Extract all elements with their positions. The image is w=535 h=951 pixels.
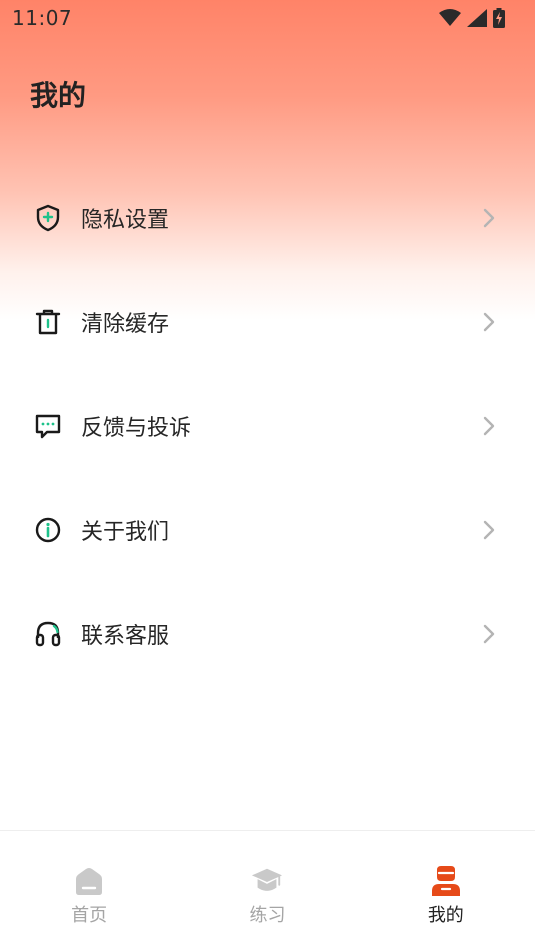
status-time: 11:07 [12, 6, 73, 30]
tab-home[interactable]: 首页 [0, 831, 178, 951]
chevron-right-icon [483, 312, 495, 332]
graduation-cap-icon [251, 865, 283, 897]
chat-bubble-icon [34, 412, 62, 440]
menu-label: 清除缓存 [81, 312, 170, 337]
chevron-right-icon [483, 208, 495, 228]
wifi-icon [439, 9, 461, 26]
settings-menu: 隐私设置 清除缓存 反馈与投诉 关于我们 联系客服 [0, 166, 535, 686]
status-icons [439, 8, 505, 28]
bottom-tab-bar: 首页 练习 我的 [0, 830, 535, 951]
menu-item-about-us[interactable]: 关于我们 [0, 478, 535, 582]
cell-signal-icon [467, 9, 487, 27]
menu-item-clear-cache[interactable]: 清除缓存 [0, 270, 535, 374]
user-icon [430, 865, 462, 897]
menu-label: 隐私设置 [81, 208, 170, 233]
tab-practice[interactable]: 练习 [178, 831, 356, 951]
trash-icon [34, 308, 62, 336]
menu-item-privacy-settings[interactable]: 隐私设置 [0, 166, 535, 270]
menu-label: 反馈与投诉 [81, 416, 192, 441]
menu-item-feedback[interactable]: 反馈与投诉 [0, 374, 535, 478]
headphones-icon [34, 620, 62, 648]
menu-item-contact-support[interactable]: 联系客服 [0, 582, 535, 686]
chevron-right-icon [483, 624, 495, 644]
home-icon [73, 865, 105, 897]
shield-plus-icon [34, 204, 62, 232]
tab-label: 练习 [249, 905, 286, 926]
chevron-right-icon [483, 416, 495, 436]
battery-charging-icon [493, 8, 505, 28]
page-title: 我的 [30, 79, 87, 112]
info-icon [34, 516, 62, 544]
tab-label: 我的 [427, 905, 464, 926]
menu-label: 联系客服 [81, 624, 170, 649]
chevron-right-icon [483, 520, 495, 540]
tab-label: 首页 [71, 905, 108, 926]
tab-mine[interactable]: 我的 [357, 831, 535, 951]
menu-label: 关于我们 [81, 520, 170, 545]
status-bar: 11:07 [0, 0, 535, 36]
